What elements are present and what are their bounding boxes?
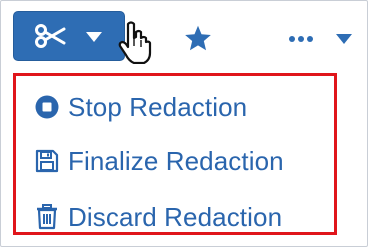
favorite-button[interactable] xyxy=(184,24,212,52)
menu-item-discard-redaction[interactable]: Discard Redaction xyxy=(16,194,334,240)
caret-down-icon xyxy=(336,34,352,44)
star-icon xyxy=(185,25,211,51)
hand-cursor-icon xyxy=(118,21,152,64)
more-options-button[interactable] xyxy=(286,24,358,52)
stop-circle-icon xyxy=(32,93,62,121)
redaction-dropdown-button[interactable] xyxy=(13,11,125,61)
redaction-menu: Stop Redaction Finalize Redaction Discar xyxy=(13,73,337,235)
menu-item-label: Stop Redaction xyxy=(68,91,248,122)
trash-icon xyxy=(32,203,62,231)
toolbar xyxy=(0,0,368,68)
ellipsis-icon xyxy=(289,36,313,42)
scissors-icon xyxy=(35,24,66,48)
menu-item-stop-redaction[interactable]: Stop Redaction xyxy=(16,84,334,130)
menu-item-label: Discard Redaction xyxy=(68,201,283,232)
menu-item-finalize-redaction[interactable]: Finalize Redaction xyxy=(16,138,334,184)
save-icon xyxy=(32,147,62,175)
menu-item-label: Finalize Redaction xyxy=(68,145,284,176)
caret-down-icon xyxy=(86,32,102,42)
